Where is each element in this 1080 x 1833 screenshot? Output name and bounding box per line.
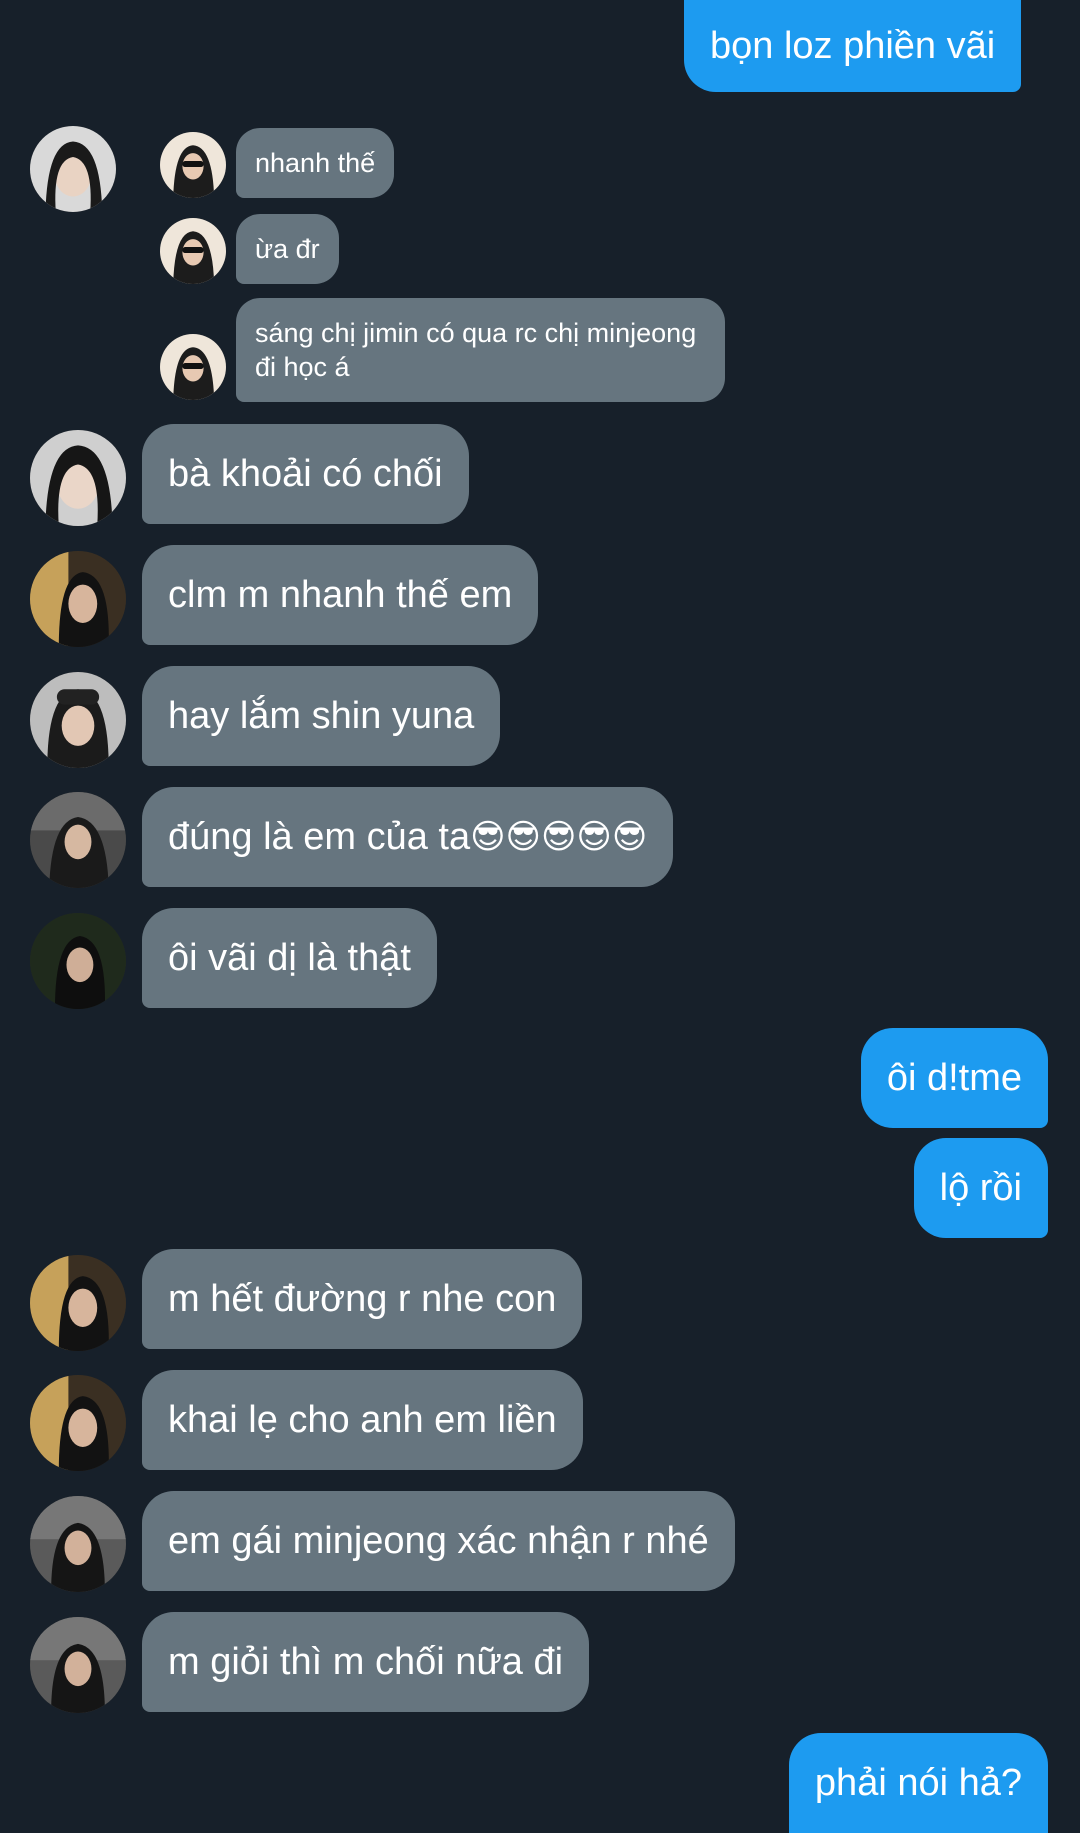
message-text: ừa đr xyxy=(255,233,320,264)
avatar-user-6[interactable] xyxy=(30,1496,126,1592)
sunglasses-emoji-icon: 😎😎😎😎😎 xyxy=(470,817,648,857)
avatar-karina[interactable] xyxy=(30,126,116,212)
message-bubble-outgoing[interactable]: lộ rồi xyxy=(913,1138,1048,1238)
message-bubble-incoming[interactable]: m hết đường r nhe con xyxy=(142,1249,583,1349)
message-bubble-incoming[interactable]: clm m nhanh thế em xyxy=(142,545,539,645)
message-bubble-incoming[interactable]: nhanh thế xyxy=(236,128,395,198)
message-text: khai lẹ cho anh em liền xyxy=(168,1398,557,1441)
message-text: clm m nhanh thế em xyxy=(168,573,513,616)
message-text: ôi vãi dị là thật xyxy=(168,936,411,979)
message-text: hay lắm shin yuna xyxy=(168,694,475,737)
message-text: em gái minjeong xác nhận r nhé xyxy=(168,1519,709,1562)
message-bubble-incoming[interactable]: đúng là em của ta 😎😎😎😎😎 xyxy=(142,787,674,887)
message-text: sáng chị jimin có qua rc chị minjeong đi… xyxy=(255,318,697,382)
message-text: lộ rồi xyxy=(939,1166,1022,1209)
message-bubble-outgoing[interactable]: phải nói hả? xyxy=(788,1733,1048,1833)
message-bubble-incoming[interactable]: bà khoải có chối xyxy=(142,424,469,524)
message-bubble-incoming[interactable]: em gái minjeong xác nhận r nhé xyxy=(142,1491,735,1591)
message-bubble-incoming[interactable]: hay lắm shin yuna xyxy=(142,666,501,766)
avatar-small[interactable] xyxy=(160,218,226,284)
avatar-user-5[interactable] xyxy=(30,913,126,1009)
message-text: bà khoải có chối xyxy=(168,452,443,495)
message-bubble-outgoing[interactable]: bọn loz phiền vãi xyxy=(684,0,1022,92)
message-bubble-incoming[interactable]: sáng chị jimin có qua rc chị minjeong đi… xyxy=(236,298,725,402)
message-text: phải nói hả? xyxy=(814,1761,1022,1804)
avatar-karina[interactable] xyxy=(30,430,126,526)
message-text: m giỏi thì m chối nữa đi xyxy=(168,1640,564,1683)
message-text: m hết đường r nhe con xyxy=(168,1277,557,1320)
message-bubble-incoming[interactable]: m giỏi thì m chối nữa đi xyxy=(142,1612,590,1712)
avatar-small[interactable] xyxy=(160,132,226,198)
avatar-user-3[interactable] xyxy=(30,672,126,768)
message-bubble-outgoing[interactable]: ôi d!tme xyxy=(860,1028,1048,1128)
avatar-user-2[interactable] xyxy=(30,1375,126,1471)
avatar-small[interactable] xyxy=(160,334,226,400)
message-text: bọn loz phiền vãi xyxy=(710,24,996,67)
avatar-user-6[interactable] xyxy=(30,1617,126,1713)
message-bubble-incoming[interactable]: ôi vãi dị là thật xyxy=(142,908,437,1008)
avatar-user-2[interactable] xyxy=(30,1255,126,1351)
message-text: nhanh thế xyxy=(255,147,376,178)
message-bubble-incoming[interactable]: khai lẹ cho anh em liền xyxy=(142,1370,583,1470)
message-bubble-incoming[interactable]: ừa đr xyxy=(236,214,339,284)
avatar-user-2[interactable] xyxy=(30,551,126,647)
avatar-user-4[interactable] xyxy=(30,792,126,888)
message-text: đúng là em của ta xyxy=(168,815,471,858)
message-text: ôi d!tme xyxy=(886,1056,1022,1099)
